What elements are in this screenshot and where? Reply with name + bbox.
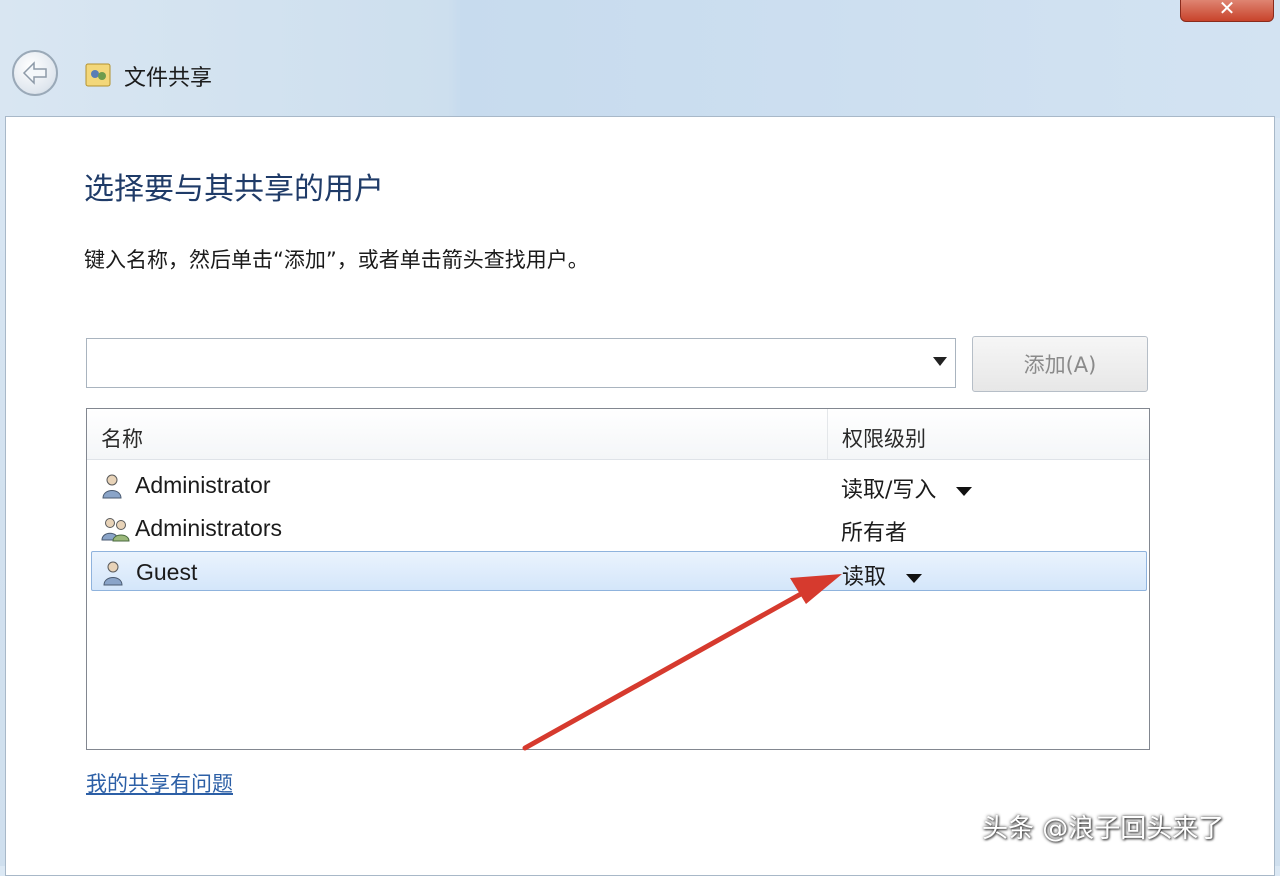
page-heading: 选择要与其共享的用户 <box>84 172 384 207</box>
column-separator <box>827 409 828 459</box>
permission-label: 所有者 <box>841 521 908 546</box>
chevron-down-icon[interactable] <box>956 486 973 496</box>
row-name: Administrator <box>135 472 271 498</box>
instructions-text: 键入名称，然后单击“添加”，或者单击箭头查找用户。 <box>84 248 589 272</box>
file-sharing-icon <box>85 63 111 87</box>
column-header-name[interactable]: 名称 <box>101 423 143 453</box>
close-button[interactable]: ✕ <box>1180 0 1274 22</box>
permission-label: 读取/写入 <box>841 478 937 503</box>
users-group-icon <box>101 518 130 542</box>
list-item-guest[interactable]: Guest 读取 <box>91 551 1147 591</box>
help-link[interactable]: 我的共享有问题 <box>86 768 233 798</box>
permission-dropdown[interactable]: 读取/写入 <box>841 472 973 504</box>
back-button[interactable] <box>12 50 58 96</box>
window-title: 文件共享 <box>124 66 213 91</box>
close-icon: ✕ <box>1218 0 1236 20</box>
permission-dropdown[interactable]: 读取 <box>842 559 923 591</box>
list-header: 名称 权限级别 <box>87 409 1149 460</box>
permission-label: 读取 <box>842 565 887 590</box>
list-item-administrators[interactable]: Administrators 所有者 <box>91 508 1147 548</box>
list-item-administrator[interactable]: Administrator 读取/写入 <box>91 465 1147 505</box>
add-button[interactable]: 添加(A) <box>972 336 1148 392</box>
title-bar <box>0 0 1280 118</box>
row-name: Guest <box>136 559 198 585</box>
user-icon <box>103 561 123 586</box>
user-list: 名称 权限级别 Administrator 读取/写入 Administrato… <box>86 408 1150 750</box>
user-name-input[interactable] <box>87 339 927 385</box>
watermark: 头条 @浪子回头来了 <box>982 814 1225 844</box>
column-header-permission[interactable]: 权限级别 <box>842 423 926 453</box>
row-name: Administrators <box>135 515 282 541</box>
dropdown-arrow-icon[interactable] <box>933 357 947 366</box>
user-icon <box>102 474 122 499</box>
user-name-combobox[interactable] <box>86 338 956 388</box>
back-arrow-icon <box>22 61 47 85</box>
chevron-down-icon[interactable] <box>906 573 923 583</box>
